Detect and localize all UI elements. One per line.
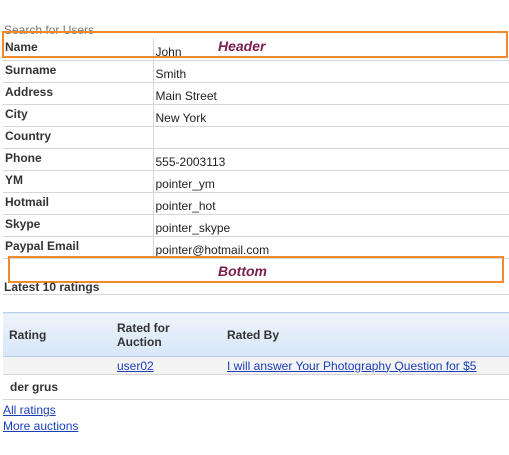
footer-links: All ratings More auctions — [3, 402, 78, 434]
field-label: City — [3, 104, 154, 127]
field-value: New York — [153, 104, 509, 127]
field-row-city: City New York — [3, 104, 509, 127]
field-label: Country — [3, 126, 154, 149]
field-row-surname: Surname Smith — [3, 60, 509, 83]
field-value: pointer_hot — [153, 192, 509, 215]
col-header-rated-for: Rated for Auction — [111, 312, 221, 357]
field-label: Address — [3, 82, 154, 105]
field-value: Main Street — [153, 82, 509, 105]
field-label: Phone — [3, 148, 154, 171]
field-value: pointer@hotmail.com — [153, 236, 509, 259]
field-row-country: Country — [3, 126, 509, 149]
field-label: Skype — [3, 214, 154, 237]
divider — [3, 294, 509, 295]
col-header-rating: Rating — [3, 312, 111, 357]
auction-cell: I will answer Your Photography Question … — [221, 356, 509, 375]
field-row-address: Address Main Street — [3, 82, 509, 105]
field-row-ym: YM pointer_ym — [3, 170, 509, 193]
bottom-annotation: Bottom — [8, 256, 504, 283]
field-row-phone: Phone 555-2003113 — [3, 148, 509, 171]
bottom-annotation-label: Bottom — [218, 263, 267, 279]
rating-cell — [3, 356, 111, 375]
auction-link[interactable]: I will answer Your Photography Question … — [227, 359, 476, 373]
field-row-hotmail: Hotmail pointer_hot — [3, 192, 509, 215]
user-details-table: Name John Surname Smith Address Main Str… — [3, 38, 509, 259]
field-row-skype: Skype pointer_skype — [3, 214, 509, 237]
field-value — [153, 126, 509, 149]
field-label: Name — [3, 38, 154, 61]
field-row-name: Name John — [3, 38, 509, 61]
more-auctions-link[interactable]: More auctions — [3, 419, 78, 433]
field-label: Paypal Email — [3, 236, 154, 259]
field-value: pointer_ym — [153, 170, 509, 193]
field-row-paypal: Paypal Email pointer@hotmail.com — [3, 236, 509, 259]
rated-by-cell: user02 — [111, 356, 221, 375]
page-title: Search for Users — [4, 23, 95, 37]
field-label: YM — [3, 170, 154, 193]
divider — [3, 399, 509, 400]
ratings-section-title: Latest 10 ratings — [4, 280, 100, 294]
field-value: John — [153, 38, 509, 61]
field-label: Hotmail — [3, 192, 154, 215]
field-value: pointer_skype — [153, 214, 509, 237]
user-display-name: der grus — [10, 380, 59, 394]
ratings-header-row: Rating Rated for Auction Rated By — [3, 312, 509, 357]
ratings-table: Rating Rated for Auction Rated By user02… — [3, 312, 509, 375]
field-value: Smith — [153, 60, 509, 83]
field-label: Surname — [3, 60, 154, 83]
col-header-rated-by: Rated By — [221, 312, 509, 357]
field-value: 555-2003113 — [153, 148, 509, 171]
all-ratings-link[interactable]: All ratings — [3, 403, 56, 417]
user-link[interactable]: user02 — [117, 359, 154, 373]
table-row: user02 I will answer Your Photography Qu… — [3, 356, 509, 375]
